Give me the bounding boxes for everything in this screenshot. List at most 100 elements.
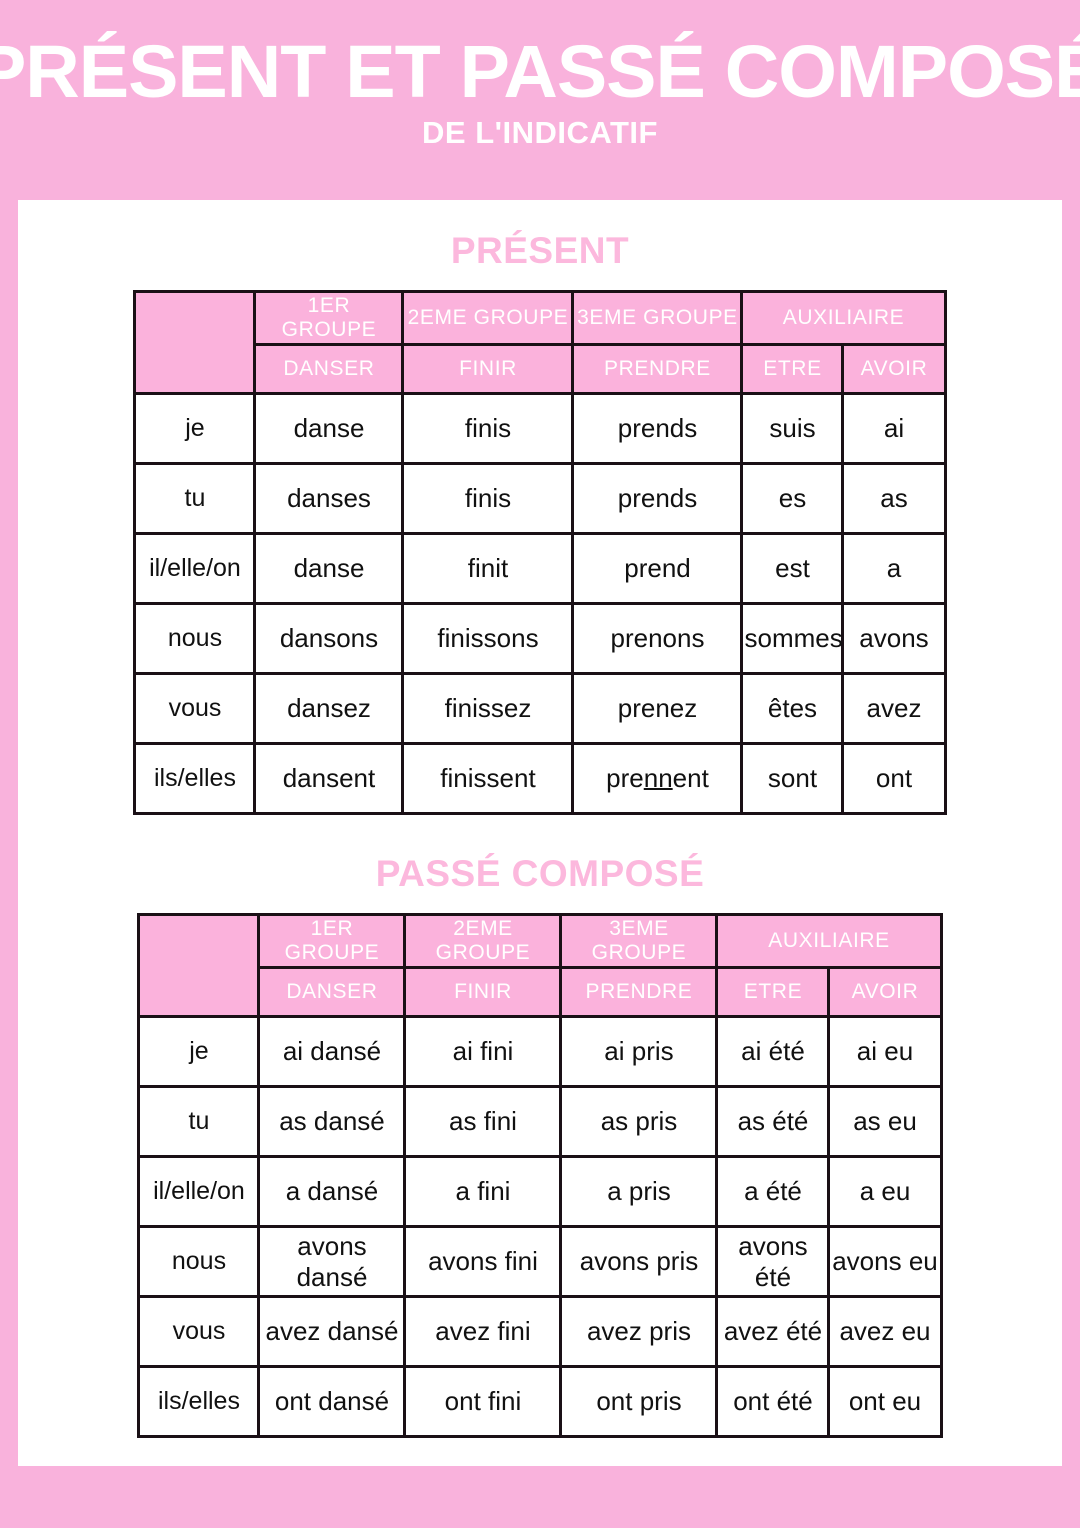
conjugation-cell-avoir: ai eu bbox=[827, 1015, 943, 1088]
header-group-2: 2EME GROUPE bbox=[401, 290, 575, 346]
pronoun-cell: je bbox=[133, 392, 257, 465]
conjugation-cell-etre: ont été bbox=[715, 1365, 831, 1438]
table-row: ils/elles ont dansé ont fini ont pris on… bbox=[137, 1365, 943, 1438]
header-verb-etre: ETRE bbox=[740, 343, 845, 395]
pronoun-cell: ils/elles bbox=[137, 1365, 261, 1438]
conjugation-cell-finir: finis bbox=[401, 462, 575, 535]
header-group-3: 3EME GROUPE bbox=[571, 290, 744, 346]
conjugation-cell-prendre: prenons bbox=[571, 602, 744, 675]
header-auxiliary: AUXILIAIRE bbox=[715, 913, 943, 969]
header-verb-finir: FINIR bbox=[403, 966, 563, 1018]
page-subtitle: DE L'INDICATIF bbox=[422, 114, 658, 150]
header-group-3: 3EME GROUPE bbox=[559, 913, 719, 969]
table-row: nous dansons finissons prenons sommes av… bbox=[133, 602, 947, 675]
header-group-1: 1ER GROUPE bbox=[257, 913, 407, 969]
conjugation-cell-prendre: prends bbox=[571, 392, 744, 465]
conjugation-cell-danser: ai dansé bbox=[257, 1015, 407, 1088]
conjugation-cell-finir: finissent bbox=[401, 742, 575, 815]
header-verb-finir: FINIR bbox=[401, 343, 575, 395]
pronoun-cell: vous bbox=[137, 1295, 261, 1368]
conjugation-cell-finir: ont fini bbox=[403, 1365, 563, 1438]
table-row: nous avons dansé avons fini avons pris a… bbox=[137, 1225, 943, 1298]
conjugation-cell-danser: dansent bbox=[253, 742, 405, 815]
conjugation-cell-danser: danses bbox=[253, 462, 405, 535]
conjugation-cell-avoir: as eu bbox=[827, 1085, 943, 1158]
conjugation-cell-finir: finissez bbox=[401, 672, 575, 745]
table-row: il/elle/on a dansé a fini a pris a été a… bbox=[137, 1155, 943, 1228]
conjugation-cell-avoir: avez bbox=[841, 672, 947, 745]
conjugation-cell-prendre: prenez bbox=[571, 672, 744, 745]
header-verb-danser: DANSER bbox=[257, 966, 407, 1018]
conjugation-cell-avoir: avez eu bbox=[827, 1295, 943, 1368]
conjugation-cell-prendre: prennent bbox=[571, 742, 744, 815]
section-title-passe-compose: PASSÉ COMPOSÉ bbox=[375, 853, 705, 894]
conjugation-cell-prendre: a pris bbox=[559, 1155, 719, 1228]
pronoun-cell: nous bbox=[133, 602, 257, 675]
table-header-row-verbs: DANSER FINIR PRENDRE ETRE AVOIR bbox=[139, 966, 943, 1018]
conjugation-cell-etre: êtes bbox=[740, 672, 845, 745]
conjugation-cell-avoir: ont eu bbox=[827, 1365, 943, 1438]
conjugation-cell-prendre: ai pris bbox=[559, 1015, 719, 1088]
pronoun-cell: ils/elles bbox=[133, 742, 257, 815]
conjugation-cell-avoir: a bbox=[841, 532, 947, 605]
conjugation-cell-finir: avons fini bbox=[403, 1225, 563, 1298]
conjugation-cell-finir: as fini bbox=[403, 1085, 563, 1158]
table-header-row-groups: 1ER GROUPE 2EME GROUPE 3EME GROUPE AUXIL… bbox=[137, 913, 943, 1018]
conjugation-cell-etre: suis bbox=[740, 392, 845, 465]
conjugation-cell-prendre: as pris bbox=[559, 1085, 719, 1158]
pronoun-cell: tu bbox=[137, 1085, 261, 1158]
pronoun-cell: il/elle/on bbox=[137, 1155, 261, 1228]
header-group-1: 1ER GROUPE bbox=[253, 290, 405, 346]
conjugation-cell-finir: avez fini bbox=[403, 1295, 563, 1368]
conjugation-cell-prendre: prends bbox=[571, 462, 744, 535]
conjugation-cell-danser: danse bbox=[253, 392, 405, 465]
conjugation-cell-etre: ai été bbox=[715, 1015, 831, 1088]
passe-compose-conjugation-table: 1ER GROUPE 2EME GROUPE 3EME GROUPE AUXIL… bbox=[137, 913, 943, 1438]
conjugation-cell-etre: est bbox=[740, 532, 845, 605]
conjugation-cell-avoir: a eu bbox=[827, 1155, 943, 1228]
corner-cell bbox=[137, 913, 261, 1018]
conjugation-cell-prendre: avez pris bbox=[559, 1295, 719, 1368]
conjugation-cell-avoir: as bbox=[841, 462, 947, 535]
header-group-2: 2EME GROUPE bbox=[403, 913, 563, 969]
table-row: il/elle/on danse finit prend est a bbox=[133, 532, 947, 605]
conjugation-cell-avoir: avons eu bbox=[827, 1225, 943, 1298]
conjugation-cell-danser: dansez bbox=[253, 672, 405, 745]
conjugation-cell-prendre: avons pris bbox=[559, 1225, 719, 1298]
present-conjugation-table: 1ER GROUPE 2EME GROUPE 3EME GROUPE AUXIL… bbox=[133, 290, 947, 815]
conjugation-cell-finir: ai fini bbox=[403, 1015, 563, 1088]
conjugation-cell-danser: avons dansé bbox=[257, 1225, 407, 1298]
header-verb-prendre: PRENDRE bbox=[559, 966, 719, 1018]
table-row: tu danses finis prends es as bbox=[133, 462, 947, 535]
conjugation-cell-etre: avons été bbox=[715, 1225, 831, 1298]
conjugation-cell-prendre: ont pris bbox=[559, 1365, 719, 1438]
header-verb-avoir: AVOIR bbox=[841, 343, 947, 395]
table-header-row-groups: 1ER GROUPE 2EME GROUPE 3EME GROUPE AUXIL… bbox=[133, 290, 947, 395]
pronoun-cell: il/elle/on bbox=[133, 532, 257, 605]
conjugation-cell-finir: a fini bbox=[403, 1155, 563, 1228]
conjugation-cell-danser: as dansé bbox=[257, 1085, 407, 1158]
conjugation-cell-etre: sommes bbox=[740, 602, 845, 675]
section-title-present: PRÉSENT bbox=[450, 230, 630, 271]
header-verb-etre: ETRE bbox=[715, 966, 831, 1018]
pronoun-cell: tu bbox=[133, 462, 257, 535]
header-verb-avoir: AVOIR bbox=[827, 966, 943, 1018]
conjugation-cell-etre: sont bbox=[740, 742, 845, 815]
conjugation-cell-etre: as été bbox=[715, 1085, 831, 1158]
conjugation-cell-finir: finis bbox=[401, 392, 575, 465]
conjugation-cell-finir: finissons bbox=[401, 602, 575, 675]
conjugation-cell-etre: es bbox=[740, 462, 845, 535]
conjugation-cell-danser: a dansé bbox=[257, 1155, 407, 1228]
conjugation-cell-danser: dansons bbox=[253, 602, 405, 675]
conjugation-cell-danser: avez dansé bbox=[257, 1295, 407, 1368]
conjugation-cell-etre: a été bbox=[715, 1155, 831, 1228]
table-header-row-verbs: DANSER FINIR PRENDRE ETRE AVOIR bbox=[135, 343, 947, 395]
conjugation-cell-danser: danse bbox=[253, 532, 405, 605]
conjugation-cell-danser: ont dansé bbox=[257, 1365, 407, 1438]
table-row: je ai dansé ai fini ai pris ai été ai eu bbox=[137, 1015, 943, 1088]
pronoun-cell: vous bbox=[133, 672, 257, 745]
conjugation-cell-avoir: ont bbox=[841, 742, 947, 815]
conjugation-cell-etre: avez été bbox=[715, 1295, 831, 1368]
conjugation-cell-avoir: avons bbox=[841, 602, 947, 675]
table-row: vous avez dansé avez fini avez pris avez… bbox=[137, 1295, 943, 1368]
